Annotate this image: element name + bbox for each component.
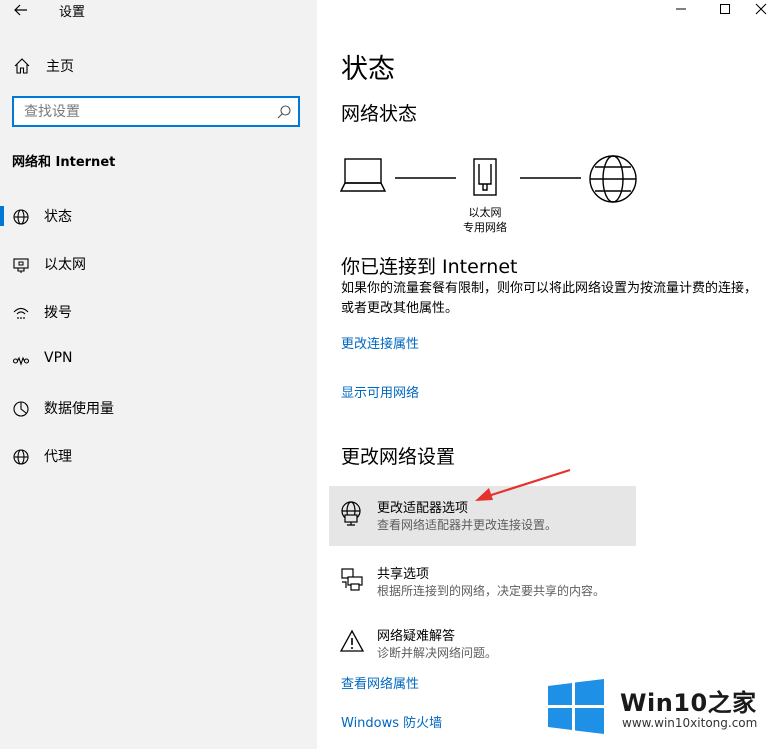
change-network-settings-heading: 更改网络设置 (341, 446, 456, 468)
search-icon[interactable] (276, 104, 292, 120)
home-icon (14, 58, 30, 74)
search-input[interactable] (24, 103, 264, 120)
app-title: 设置 (59, 5, 86, 20)
data-usage-icon (13, 401, 29, 417)
change-connection-properties-link[interactable]: 更改连接属性 (341, 333, 419, 352)
option-description: 查看网络适配器并更改连接设置。 (377, 518, 558, 532)
option-description: 诊断并解决网络问题。 (377, 646, 498, 660)
sidebar-item-vpn[interactable]: VPN (0, 340, 317, 380)
settings-window: 设置 主页 网络和 Internet 状态 以太网 拨号 VP (0, 0, 777, 749)
globe-status-icon (13, 209, 29, 225)
network-name-label: 专用网络 (463, 221, 507, 234)
sidebar: 设置 主页 网络和 Internet 状态 以太网 拨号 VP (0, 0, 317, 749)
globe-proxy-icon (13, 449, 29, 465)
sidebar-item-label: 代理 (44, 449, 72, 465)
sidebar-item-label: 数据使用量 (44, 401, 114, 417)
internet-globe-icon (589, 155, 637, 203)
sharing-options-item[interactable]: 共享选项 根据所连接到的网络，决定要共享的内容。 (329, 552, 636, 612)
sidebar-item-label: 状态 (44, 209, 72, 225)
watermark: Win10之家 www.win10xitong.com (546, 678, 771, 738)
search-box[interactable] (12, 96, 300, 127)
ethernet-port-icon (473, 158, 497, 196)
network-diagram: 以太网 专用网络 (340, 150, 650, 240)
windows-logo-icon (548, 679, 604, 734)
dial-up-icon (13, 307, 29, 319)
connected-heading: 你已连接到 Internet (341, 256, 518, 278)
warning-triangle-icon (339, 629, 365, 652)
option-title: 共享选项 (377, 567, 430, 582)
sidebar-item-status[interactable]: 状态 (0, 196, 317, 236)
home-nav-item[interactable]: 主页 (13, 55, 74, 77)
vpn-icon (12, 356, 30, 366)
sidebar-item-data-usage[interactable]: 数据使用量 (0, 388, 317, 428)
view-network-properties-link[interactable]: 查看网络属性 (341, 673, 419, 692)
back-button[interactable] (8, 0, 34, 20)
sidebar-item-label: 拨号 (44, 305, 72, 321)
sidebar-item-ethernet[interactable]: 以太网 (0, 244, 317, 284)
sidebar-item-proxy[interactable]: 代理 (0, 436, 317, 476)
connected-description: 如果你的流量套餐有限制，则你可以将此网络设置为按流量计费的连接，或者更改其他属性… (341, 281, 758, 316)
sidebar-item-label: VPN (44, 350, 73, 366)
red-annotation-arrow-icon (475, 468, 571, 501)
sharing-printer-icon (341, 568, 363, 591)
windows-firewall-link[interactable]: Windows 防火墙 (341, 712, 442, 731)
watermark-url: www.win10xitong.com (622, 716, 758, 730)
sidebar-item-label: 以太网 (44, 257, 86, 273)
page-title: 状态 (341, 54, 395, 85)
section-title: 网络和 Internet (12, 155, 116, 170)
ethernet-monitor-icon (13, 258, 29, 273)
option-description: 根据所连接到的网络，决定要共享的内容。 (377, 584, 606, 598)
show-available-networks-link[interactable]: 显示可用网络 (341, 382, 419, 401)
option-title: 更改适配器选项 (377, 501, 469, 516)
main-content: 状态 网络状态 以太网 专用网络 你已连接到 Internet 如果你的流量套餐… (317, 0, 777, 749)
laptop-icon (340, 158, 387, 192)
network-status-heading: 网络状态 (341, 103, 418, 125)
home-label: 主页 (46, 59, 74, 75)
adapter-name-label: 以太网 (468, 206, 502, 219)
network-troubleshooter-item[interactable]: 网络疑难解答 诊断并解决网络问题。 (329, 614, 636, 674)
watermark-brand: Win10之家 (620, 689, 757, 717)
adapter-globe-icon (341, 501, 361, 526)
option-title: 网络疑难解答 (377, 629, 456, 644)
back-arrow-icon (14, 4, 27, 16)
sidebar-item-dialup[interactable]: 拨号 (0, 292, 317, 332)
selection-indicator (0, 206, 4, 226)
